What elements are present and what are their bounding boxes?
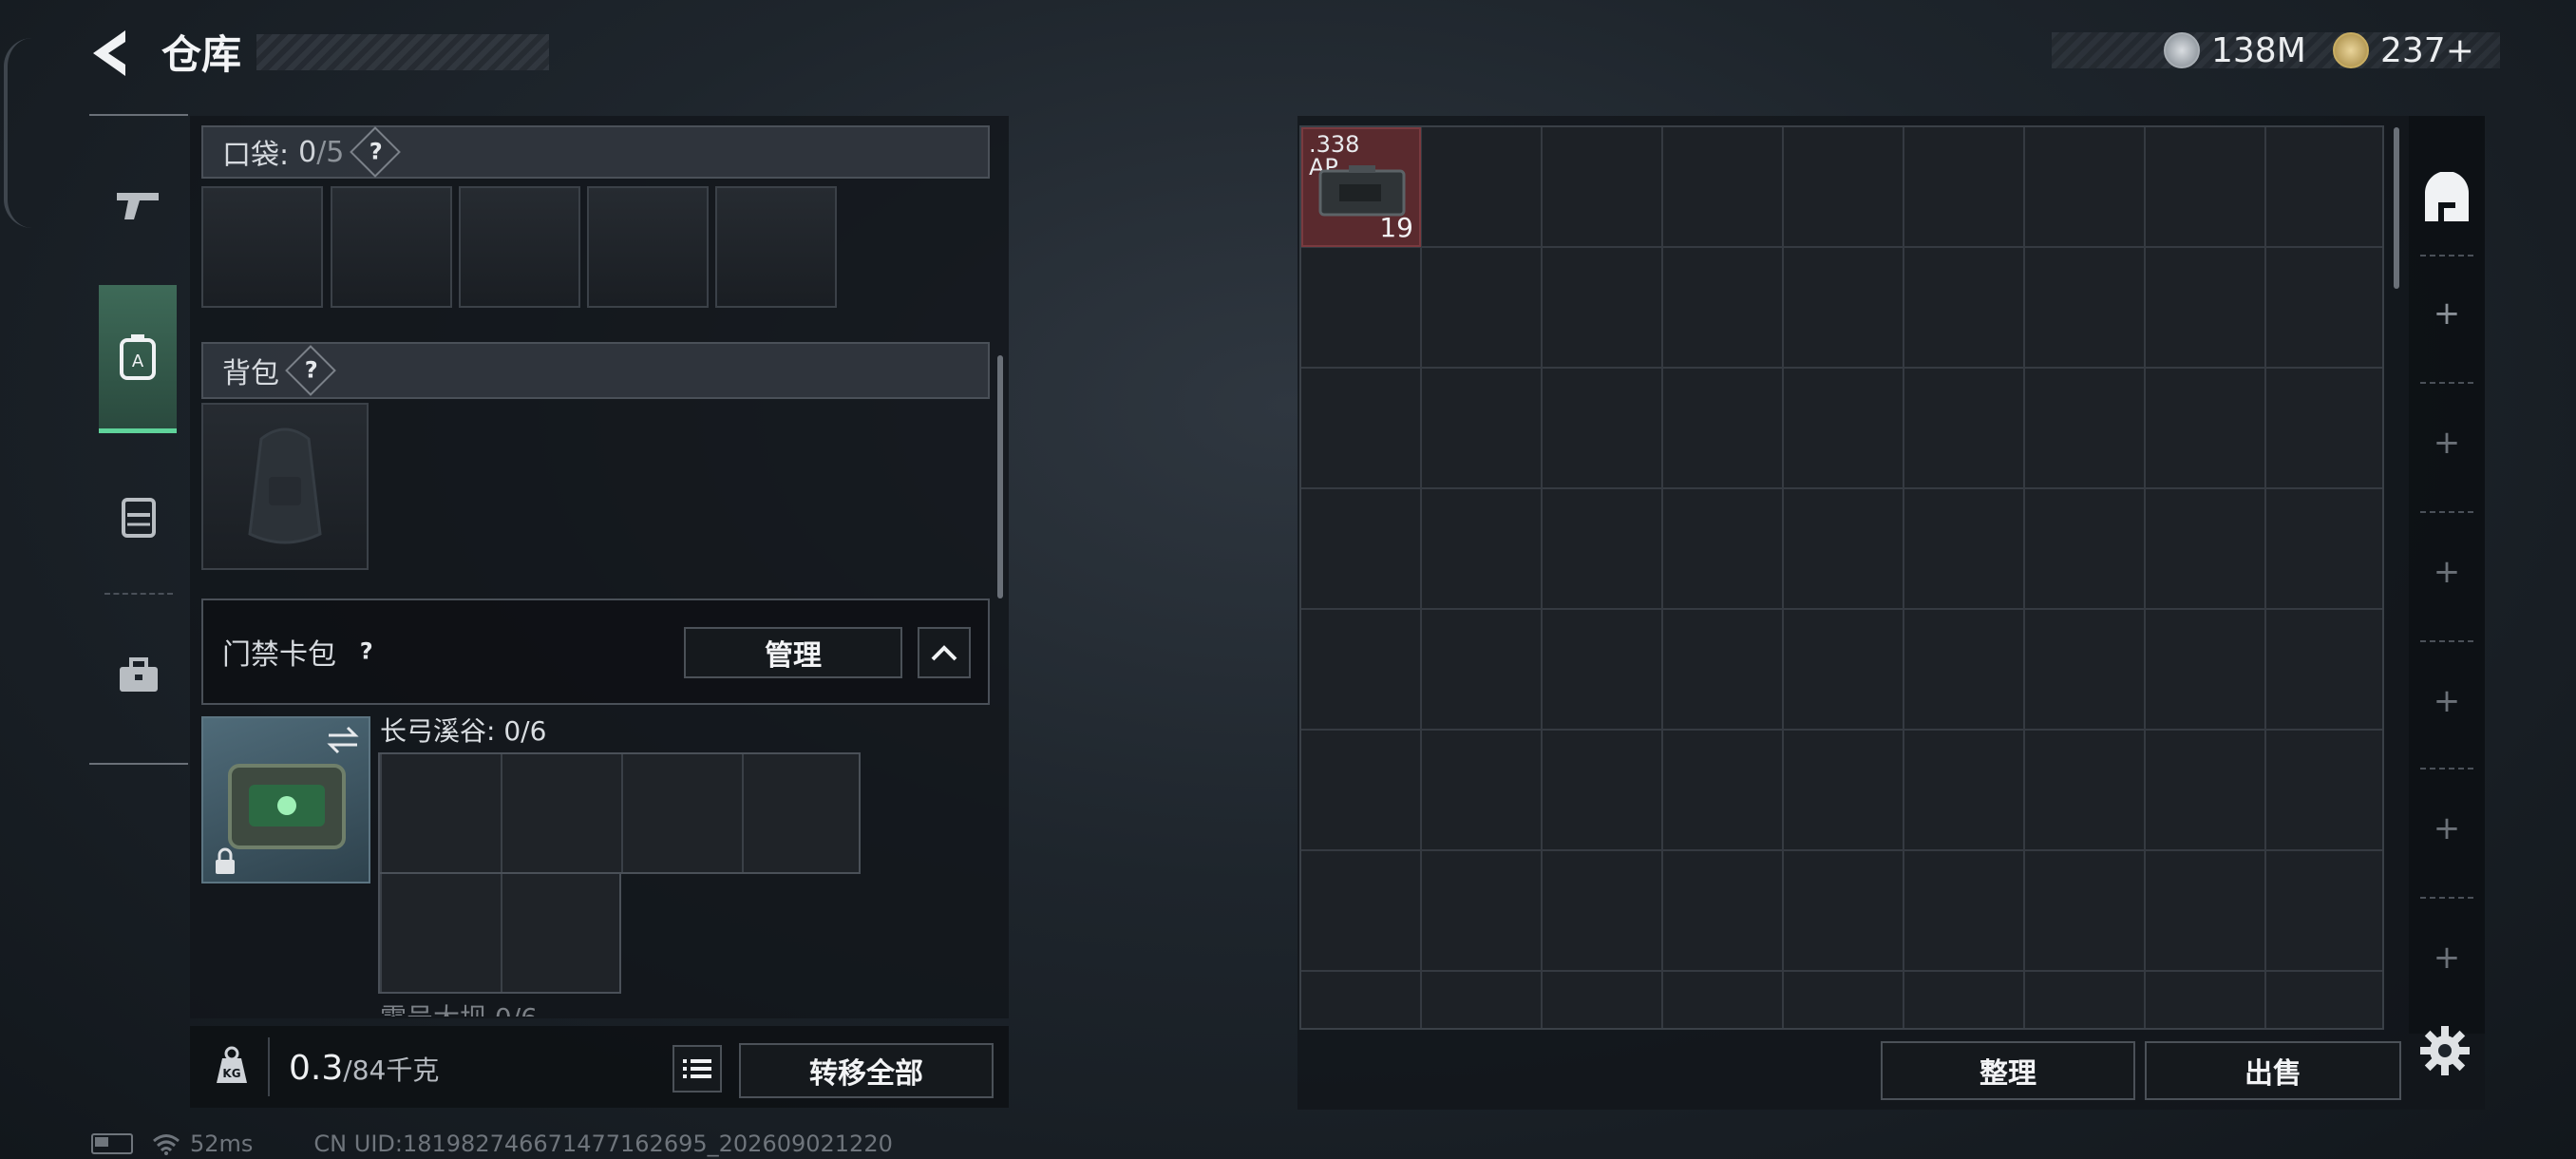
lock-icon xyxy=(216,847,235,874)
pocket-slot-2[interactable] xyxy=(331,186,452,308)
backpack-header: 背包 ? xyxy=(201,342,990,399)
swap-icon[interactable] xyxy=(327,726,359,754)
tab-toolbox[interactable] xyxy=(89,623,188,728)
toolbox-icon xyxy=(120,657,158,692)
plus-icon: + xyxy=(2433,682,2461,720)
page-divider-4 xyxy=(2420,640,2473,642)
plus-icon: + xyxy=(2433,424,2461,462)
battery-icon xyxy=(91,1133,133,1154)
gear-icon xyxy=(2420,1026,2470,1075)
backpack-label: 背包 xyxy=(222,357,279,390)
gun-icon xyxy=(117,193,159,219)
page-divider-2 xyxy=(2420,382,2473,384)
backpack-gear-icon: A xyxy=(120,333,156,380)
settings-button[interactable] xyxy=(2418,1024,2475,1081)
list-view-button[interactable] xyxy=(672,1045,722,1092)
keycard-label: 门禁卡包 xyxy=(222,638,336,672)
tab-divider xyxy=(104,593,173,595)
backpack-help-icon[interactable]: ? xyxy=(285,345,336,396)
plus-icon: + xyxy=(2433,939,2461,977)
silver-coin-icon xyxy=(2164,32,2200,68)
keycard-map1-label: 长弓溪谷: 0/6 xyxy=(380,715,547,747)
pocket-header: 口袋: 0 /5 ? xyxy=(201,125,990,179)
page-divider-3 xyxy=(2420,511,2473,513)
pocket-slot-3[interactable] xyxy=(459,186,580,308)
wifi-icon xyxy=(153,1134,180,1155)
add-page-2[interactable]: + xyxy=(2409,294,2485,332)
keycard-case-icon xyxy=(228,764,346,849)
loadout-scrollbar[interactable] xyxy=(997,355,1003,598)
currency-silver[interactable]: 138M xyxy=(2164,28,2306,72)
tidy-button[interactable]: 整理 xyxy=(1881,1041,2135,1100)
add-page-5[interactable]: + xyxy=(2409,682,2485,720)
pocket-slot-4[interactable] xyxy=(587,186,709,308)
keycard-item[interactable] xyxy=(201,716,370,884)
pocket-slot-5[interactable] xyxy=(715,186,837,308)
keycard-slots-row2[interactable] xyxy=(378,872,621,994)
stash-scrollbar[interactable] xyxy=(2394,127,2399,289)
ping-text: 52ms xyxy=(190,1130,254,1157)
transfer-all-button[interactable]: 转移全部 xyxy=(739,1043,994,1098)
chevron-up-icon xyxy=(931,645,957,661)
keycard-map2-label: 零号大坝 0/6 xyxy=(380,998,538,1016)
silver-amount: 138M xyxy=(2211,30,2306,70)
page-divider-6 xyxy=(2420,897,2473,899)
decorative-arc xyxy=(4,38,32,228)
weight-max: /84千克 xyxy=(343,1054,440,1086)
title-bar-decor xyxy=(256,34,549,70)
pocket-slot-1[interactable] xyxy=(201,186,323,308)
sell-button[interactable]: 出售 xyxy=(2145,1041,2401,1100)
tab-weapon[interactable] xyxy=(89,152,188,256)
plus-icon: + xyxy=(2433,553,2461,591)
vest-icon xyxy=(122,498,156,538)
keycard-slots-row1[interactable] xyxy=(378,752,861,874)
svg-text:KG: KG xyxy=(222,1067,240,1080)
weight-readout: 0.3 /84千克 xyxy=(289,1049,439,1088)
page-title: 仓库 xyxy=(161,31,242,78)
gold-amount: 237+ xyxy=(2380,30,2474,70)
pocket-help-icon[interactable]: ? xyxy=(350,126,402,178)
add-page-3[interactable]: + xyxy=(2409,424,2485,462)
stash-grid[interactable] xyxy=(1299,125,2384,1030)
stash-page-1[interactable] xyxy=(2409,152,2485,247)
tab-backpack-selected[interactable]: A xyxy=(99,285,177,433)
back-button[interactable] xyxy=(87,27,135,80)
backpack-slot[interactable] xyxy=(201,403,369,570)
add-page-7[interactable]: + xyxy=(2409,939,2485,977)
weight-current: 0.3 xyxy=(289,1049,344,1088)
uid-text: CN UID:181982746671477162695_20260902122… xyxy=(313,1130,893,1157)
pocket-capacity: /5 xyxy=(316,135,345,169)
currency-gold[interactable]: 237+ xyxy=(2333,28,2474,72)
collapse-button[interactable] xyxy=(918,627,971,678)
weight-icon: KG xyxy=(211,1045,253,1087)
plus-icon: + xyxy=(2433,809,2461,847)
page-divider-5 xyxy=(2420,768,2473,770)
manage-button[interactable]: 管理 xyxy=(684,627,902,678)
pocket-count: 0 xyxy=(298,135,317,169)
add-page-4[interactable]: + xyxy=(2409,553,2485,591)
back-arrow-icon xyxy=(93,30,125,76)
page-divider-1 xyxy=(2420,255,2473,256)
svg-text:A: A xyxy=(132,352,144,371)
stash-vault-icon xyxy=(2425,172,2469,221)
gold-coin-icon xyxy=(2333,32,2369,68)
status-bar: 52ms CN UID:181982746671477162695_202609… xyxy=(91,1130,893,1157)
add-page-6[interactable]: + xyxy=(2409,809,2485,847)
keycard-help-icon[interactable]: ? xyxy=(343,629,388,674)
tab-armor[interactable] xyxy=(89,466,188,570)
pocket-label: 口袋: xyxy=(222,139,290,172)
stash-item-ammo-338ap[interactable]: .338 AP 19 xyxy=(1301,127,1421,247)
list-icon xyxy=(683,1059,711,1078)
ammo-count: 19 xyxy=(1379,212,1413,243)
backpack-silhouette-icon xyxy=(248,428,322,544)
plus-icon: + xyxy=(2433,294,2461,332)
weight-divider xyxy=(268,1037,270,1096)
